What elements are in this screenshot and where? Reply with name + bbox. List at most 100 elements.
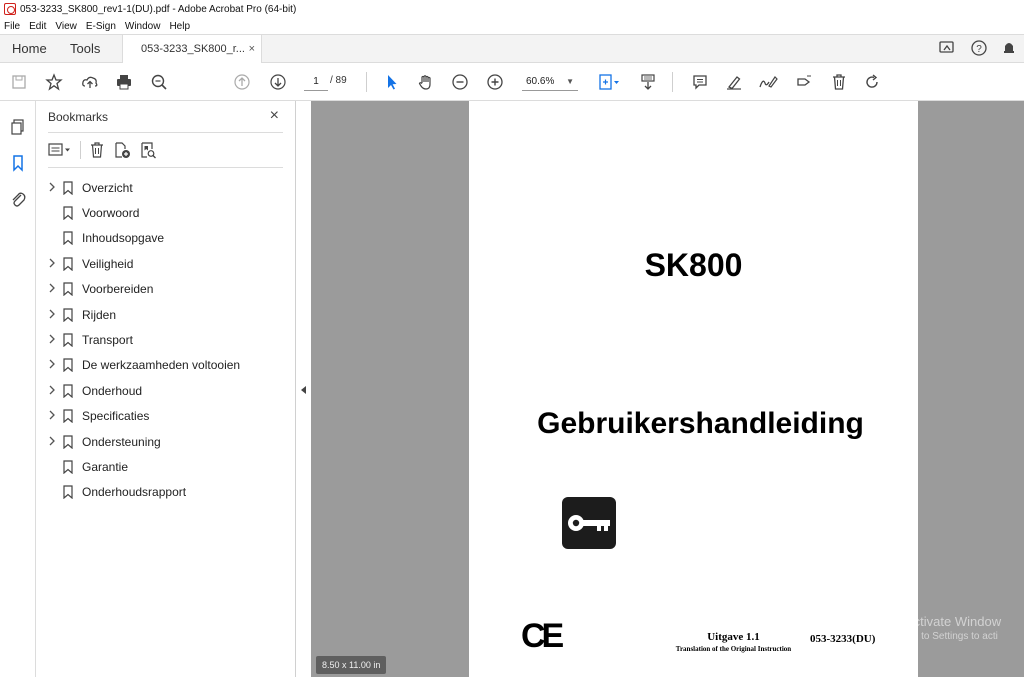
bookmark-flag-icon: [62, 409, 74, 424]
document-title: SK800: [644, 247, 743, 283]
bookmark-flag-icon: [62, 333, 74, 348]
upload-cloud-icon[interactable]: [80, 72, 100, 92]
bookmark-label: Overzicht: [82, 180, 133, 195]
chevron-right-icon[interactable]: [44, 358, 60, 372]
toolbar-divider: [80, 141, 81, 159]
prev-page-icon[interactable]: [232, 72, 252, 92]
highlight-pen-icon[interactable]: [724, 72, 744, 92]
page-fit-icon[interactable]: [596, 72, 622, 92]
bookmark-label: Specificaties: [82, 409, 150, 424]
help-icon[interactable]: ?: [970, 39, 988, 57]
bookmarks-icon[interactable]: [8, 153, 28, 173]
bookmark-item[interactable]: Voorbereiden: [36, 277, 296, 302]
bookmark-label: Garantie: [82, 459, 129, 474]
chevron-right-icon[interactable]: [44, 435, 60, 449]
tab-home[interactable]: Home: [12, 35, 47, 63]
document-subtitle: Gebruikershandleiding: [537, 407, 864, 440]
bookmark-list: Overzicht Voorwoord Inhoudsopgave Veilighei…: [36, 175, 296, 505]
chevron-right-icon[interactable]: [44, 181, 60, 195]
bookmark-item[interactable]: Veiligheid: [36, 251, 296, 276]
find-bookmark-icon[interactable]: [139, 141, 157, 159]
hand-tool-icon[interactable]: [416, 72, 436, 92]
left-icon-rail: [0, 101, 36, 677]
edit-tag-icon[interactable]: [794, 72, 814, 92]
bookmark-flag-icon: [62, 257, 74, 272]
bookmark-flag-icon: [62, 206, 74, 221]
document-viewport[interactable]: SK800 Gebruikershandleiding CE Uitgave 1…: [311, 101, 1024, 677]
bookmarks-toolbar: [48, 141, 157, 159]
bookmark-flag-icon: [62, 231, 74, 246]
next-page-icon[interactable]: [268, 72, 288, 92]
delete-bookmark-icon[interactable]: [89, 141, 105, 159]
trash-icon[interactable]: [829, 72, 849, 92]
print-icon[interactable]: [114, 72, 134, 92]
zoom-level-value: 60.6%: [526, 76, 555, 87]
chevron-right-icon[interactable]: [44, 308, 60, 322]
menu-window[interactable]: Window: [125, 21, 161, 32]
toolbar-divider: [672, 72, 673, 92]
ce-mark: CE: [521, 617, 564, 655]
bookmark-item[interactable]: Onderhoud: [36, 378, 296, 403]
attachments-icon[interactable]: [8, 189, 28, 209]
chevron-right-icon[interactable]: [44, 333, 60, 347]
menu-edit[interactable]: Edit: [29, 21, 46, 32]
chevron-right-icon[interactable]: [44, 384, 60, 398]
bookmark-item[interactable]: Ondersteuning: [36, 429, 296, 454]
window-title: 053-3233_SK800_rev1-1(DU).pdf - Adobe Ac…: [20, 3, 297, 15]
star-icon[interactable]: [44, 72, 64, 92]
bookmark-options-icon[interactable]: [48, 142, 72, 158]
bookmarks-panel: Bookmarks × Overzicht Voorwoord Inhoudsopg…: [36, 101, 296, 677]
bookmark-label: Transport: [82, 333, 133, 348]
tab-tools[interactable]: Tools: [70, 35, 100, 63]
save-icon[interactable]: [9, 72, 29, 92]
page-number-input[interactable]: 1: [304, 74, 328, 91]
notification-bell-icon[interactable]: [1002, 39, 1016, 57]
bookmark-item[interactable]: De werkzaamheden voltooien: [36, 353, 296, 378]
bookmark-label: Voorwoord: [82, 206, 140, 221]
zoom-level-select[interactable]: 60.6% ▼: [522, 74, 578, 91]
menu-help[interactable]: Help: [169, 21, 190, 32]
chevron-right-icon[interactable]: [44, 282, 60, 296]
chevron-right-icon[interactable]: [44, 257, 60, 271]
edition-label: Uitgave 1.1: [707, 631, 760, 643]
menu-esign[interactable]: E-Sign: [86, 21, 116, 32]
bookmark-flag-icon: [62, 460, 74, 475]
comment-icon[interactable]: [690, 72, 710, 92]
chevron-down-icon: ▼: [566, 77, 574, 86]
zoom-out-icon[interactable]: [450, 72, 470, 92]
share-screen-icon[interactable]: [938, 39, 956, 57]
scroll-mode-icon[interactable]: [638, 72, 658, 92]
svg-text:?: ?: [976, 44, 982, 55]
close-panel-icon[interactable]: ×: [270, 107, 279, 125]
bookmark-item[interactable]: Inhoudsopgave: [36, 226, 296, 251]
watermark-line-2: Go to Settings to acti: [905, 631, 998, 642]
panel-divider: [48, 132, 283, 133]
bookmarks-panel-title: Bookmarks: [48, 110, 109, 124]
new-bookmark-icon[interactable]: [113, 141, 131, 159]
translation-note: Translation of the Original Instruction: [675, 645, 792, 653]
bookmark-label: Onderhoudsrapport: [82, 485, 187, 500]
sign-icon[interactable]: [758, 72, 778, 92]
collapse-arrow-icon: [301, 386, 306, 394]
panel-collapse-handle[interactable]: [296, 101, 311, 677]
bookmark-label: Voorbereiden: [82, 282, 154, 297]
menu-view[interactable]: View: [55, 21, 77, 32]
select-cursor-icon[interactable]: [382, 72, 402, 92]
tab-close-icon[interactable]: ×: [249, 35, 255, 63]
chevron-right-icon[interactable]: [44, 409, 60, 423]
page-thumbnails-icon[interactable]: [8, 117, 28, 137]
bookmark-item[interactable]: Onderhoudsrapport: [36, 480, 296, 505]
bookmark-item[interactable]: Garantie: [36, 454, 296, 479]
rotate-icon[interactable]: [862, 72, 882, 92]
bookmark-item[interactable]: Transport: [36, 327, 296, 352]
tab-document-label: 053-3233_SK800_r...: [141, 43, 245, 55]
search-zoom-icon[interactable]: [149, 72, 169, 92]
windows-activation-watermark: Activate Window Go to Settings to acti: [905, 614, 1001, 642]
tab-document[interactable]: 053-3233_SK800_r... ×: [122, 35, 262, 64]
zoom-in-icon[interactable]: [485, 72, 505, 92]
bookmark-item[interactable]: Overzicht: [36, 175, 296, 200]
bookmark-item[interactable]: Specificaties: [36, 404, 296, 429]
bookmark-item[interactable]: Voorwoord: [36, 200, 296, 225]
menu-file[interactable]: File: [4, 21, 20, 32]
bookmark-item[interactable]: Rijden: [36, 302, 296, 327]
